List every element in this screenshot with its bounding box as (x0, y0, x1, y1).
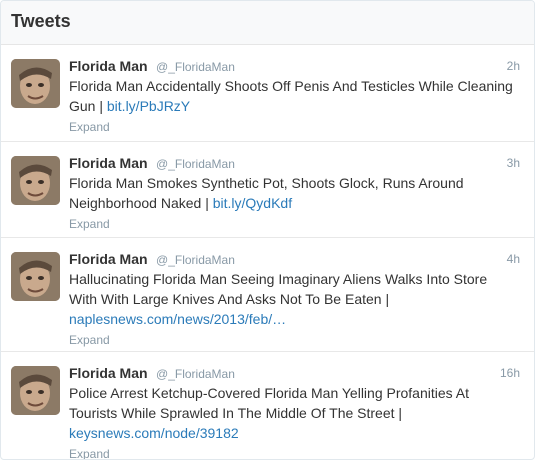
tweet-link[interactable]: naplesnews.com/news/2013/feb/… (69, 311, 286, 327)
tweet-item[interactable]: Florida Man @_FloridaMan 3h Florida Man … (1, 142, 534, 238)
tweet-author-name[interactable]: Florida Man (69, 155, 148, 171)
tweet-author-handle[interactable]: @_FloridaMan (156, 157, 235, 171)
tweet-text: Police Arrest Ketchup-Covered Florida Ma… (69, 383, 519, 443)
tweet-author-handle[interactable]: @_FloridaMan (156, 367, 235, 381)
expand-link[interactable]: Expand (69, 332, 522, 348)
tweet-timestamp[interactable]: 3h (507, 154, 520, 172)
tweet-link[interactable]: bit.ly/QydKdf (213, 195, 292, 211)
expand-link[interactable]: Expand (69, 216, 522, 232)
avatar[interactable] (11, 366, 60, 415)
tweet-body: Police Arrest Ketchup-Covered Florida Ma… (69, 385, 469, 421)
tweet-text: Florida Man Smokes Synthetic Pot, Shoots… (69, 173, 519, 213)
tweet-body: Hallucinating Florida Man Seeing Imagina… (69, 271, 488, 307)
tweet-author-name[interactable]: Florida Man (69, 251, 148, 267)
tweet-timestamp[interactable]: 4h (507, 250, 520, 268)
expand-link[interactable]: Expand (69, 446, 522, 459)
tweet-link[interactable]: bit.ly/PbJRzY (107, 98, 190, 114)
tweet-text: Florida Man Accidentally Shoots Off Peni… (69, 76, 519, 116)
tweet-item[interactable]: Florida Man @_FloridaMan 16h Police Arre… (1, 352, 534, 459)
avatar[interactable] (11, 156, 60, 205)
tweet-text: Hallucinating Florida Man Seeing Imagina… (69, 269, 519, 329)
tweet-timestamp[interactable]: 16h (500, 364, 520, 382)
tweets-panel: Tweets Florida Man @_FloridaMan 2h Flori… (0, 0, 535, 460)
tweet-author-handle[interactable]: @_FloridaMan (156, 253, 235, 267)
tweet-author-name[interactable]: Florida Man (69, 58, 148, 74)
expand-link[interactable]: Expand (69, 119, 522, 135)
tweet-item[interactable]: Florida Man @_FloridaMan 2h Florida Man … (1, 45, 534, 142)
tweet-author-handle[interactable]: @_FloridaMan (156, 60, 235, 74)
tweet-timestamp[interactable]: 2h (507, 57, 520, 75)
tweet-author-name[interactable]: Florida Man (69, 365, 148, 381)
tweet-item[interactable]: Florida Man @_FloridaMan 4h Hallucinatin… (1, 238, 534, 352)
avatar[interactable] (11, 59, 60, 108)
tweets-title: Tweets (11, 11, 71, 31)
tweets-header: Tweets (1, 1, 534, 45)
avatar[interactable] (11, 252, 60, 301)
tweet-link[interactable]: keysnews.com/node/39182 (69, 425, 239, 441)
